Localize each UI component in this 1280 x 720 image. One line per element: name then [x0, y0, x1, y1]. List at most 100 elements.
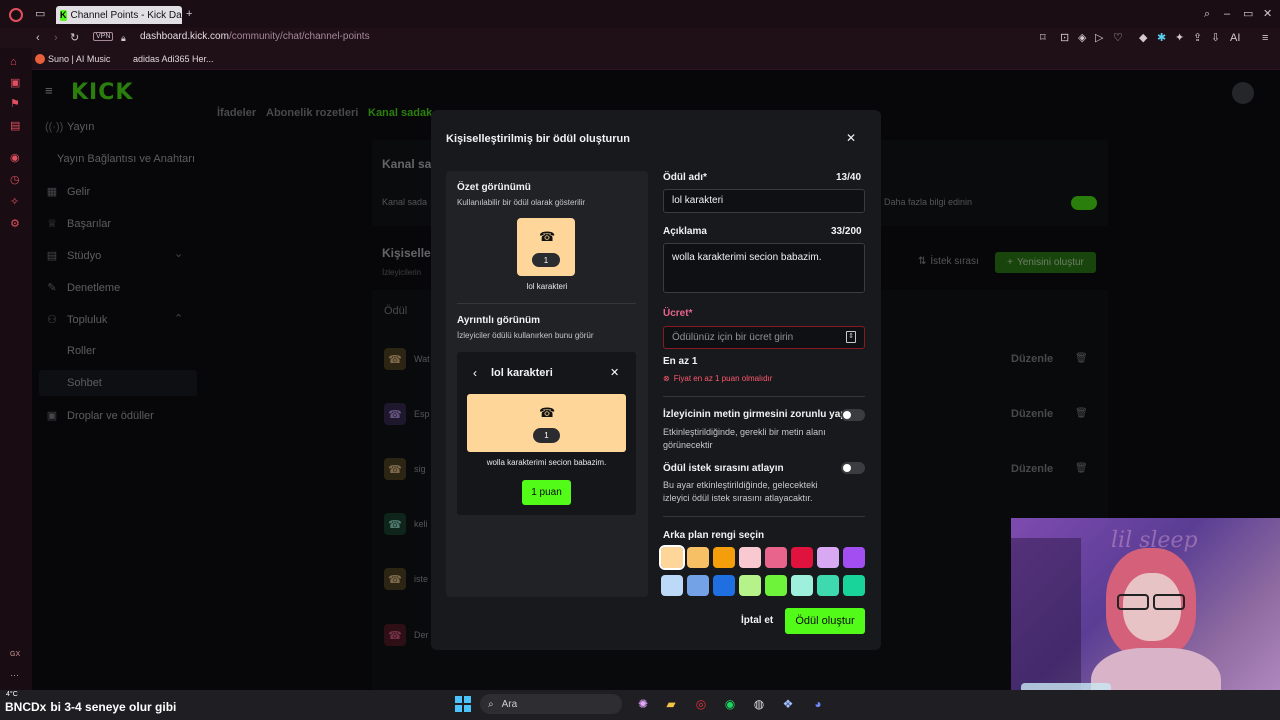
tab-channel-points[interactable]: K Channel Points - Kick Dash [56, 6, 182, 24]
heart-icon[interactable]: ♡ [1113, 32, 1123, 44]
cancel-button[interactable]: İptal et [741, 615, 773, 626]
cost-input[interactable]: Ödülünüz için bir ücret girin [663, 326, 865, 349]
description-label: Açıklama [663, 226, 707, 237]
bg-color-label: Arka plan rengi seçin [663, 530, 765, 541]
color-swatch[interactable] [739, 575, 761, 596]
stepper-icon[interactable]: ⇕ [846, 331, 856, 343]
detail-card-title: lol karakteri [491, 367, 553, 379]
copilot-icon[interactable]: ✺ [633, 694, 653, 714]
weather-widget[interactable]: 4°C [6, 691, 18, 698]
color-swatch[interactable] [765, 547, 787, 568]
color-swatch[interactable] [791, 547, 813, 568]
bookmark-suno[interactable]: Suno | AI Music [48, 54, 110, 64]
color-swatch[interactable] [687, 547, 709, 568]
reward-name-input[interactable]: lol karakteri [663, 189, 865, 213]
color-swatch[interactable] [843, 575, 865, 596]
search-tabs-icon[interactable]: ⌕ [1204, 8, 1210, 20]
lock-icon: 🔒︎ [121, 33, 126, 43]
vpn-badge[interactable]: VPN [93, 32, 114, 41]
color-swatch[interactable] [817, 575, 839, 596]
obs-icon[interactable]: ◍ [749, 694, 769, 714]
play-icon[interactable]: ▷ [1095, 32, 1103, 44]
url-host: dashboard.kick.com [140, 31, 229, 42]
detail-close-icon: ✕ [610, 367, 620, 379]
windows-start-icon[interactable] [453, 694, 473, 714]
summary-view-subtitle: Kullanılabilir bir ödül olarak gösterili… [457, 198, 586, 207]
phone-icon: ☎ [539, 229, 556, 244]
create-reward-button[interactable]: Ödül oluştur [785, 608, 865, 634]
minimize-icon[interactable]: – [1224, 8, 1230, 20]
color-swatch[interactable] [659, 545, 685, 570]
opera-gx-taskbar-icon[interactable]: ◎ [691, 694, 711, 714]
require-input-toggle[interactable] [841, 409, 865, 421]
maximize-icon[interactable]: ▭ [1243, 8, 1253, 20]
color-swatch[interactable] [687, 575, 709, 596]
back-icon[interactable]: ‹ [36, 32, 40, 44]
mail-icon[interactable]: ▤ [10, 120, 20, 132]
summary-view-title: Özet görünümü [457, 182, 531, 193]
color-swatch[interactable] [791, 575, 813, 596]
settings-icon[interactable]: ⚙ [10, 218, 20, 230]
color-swatch[interactable] [843, 547, 865, 568]
webcam-glasses-left [1117, 594, 1149, 610]
spotify-icon[interactable]: ◉ [720, 694, 740, 714]
download-icon[interactable]: ⇩ [1211, 32, 1220, 44]
suno-favicon-icon [35, 54, 45, 64]
extensions-side-icon[interactable]: ✧ [10, 196, 19, 208]
discord-icon[interactable]: ◕ [808, 694, 828, 714]
home-icon[interactable]: ⌂ [10, 56, 17, 68]
file-explorer-icon[interactable]: ▰ [661, 694, 681, 714]
extensions-icon[interactable]: ✦ [1175, 32, 1184, 44]
search-placeholder: Ara [501, 698, 518, 710]
close-window-icon[interactable]: ✕ [1263, 8, 1272, 20]
caption-brand: BNCDx [5, 700, 47, 714]
workspace-icon[interactable]: ▣ [10, 77, 20, 89]
address-bar-row: ‹ › ↻ VPN 🔒︎ dashboard.kick.com/communit… [0, 28, 1280, 48]
color-swatch[interactable] [713, 547, 735, 568]
error-icon: ⊗ [663, 374, 670, 383]
url-field[interactable]: dashboard.kick.com/community/chat/channe… [140, 31, 370, 42]
stream-caption: BNCDx bi 3-4 seneye olur gibi [5, 700, 176, 714]
network-app-icon[interactable]: ❖ [778, 694, 798, 714]
taskbar-search[interactable]: ⌕ Ara [480, 694, 622, 714]
color-swatch[interactable] [817, 547, 839, 568]
history-icon[interactable]: ◷ [10, 174, 20, 186]
reward-name-label: Ödül adı* [663, 172, 707, 183]
shield-icon[interactable]: ◈ [1078, 32, 1086, 44]
cost-error: ⊗ Fiyat en az 1 puan olmalıdır [663, 374, 772, 383]
opera-logo-icon[interactable] [9, 8, 23, 22]
color-swatch[interactable] [739, 547, 761, 568]
detail-cost-pill: 1 [533, 428, 560, 443]
skip-queue-desc: Bu ayar etkinleştirildiğinde, gelecektek… [663, 480, 818, 503]
color-swatch[interactable] [661, 575, 683, 596]
share-icon[interactable]: ⇪ [1193, 32, 1202, 44]
skip-queue-toggle[interactable] [841, 462, 865, 474]
error-text: Fiyat en az 1 puan olmalıdır [673, 374, 773, 383]
new-tab-button[interactable]: + [186, 8, 192, 20]
detail-reward-card [467, 394, 626, 452]
bookmark-adidas[interactable]: adidas Adi365 Her... [133, 54, 214, 64]
ai-label: AI [1230, 32, 1241, 44]
description-textarea[interactable]: wolla karakterimi secion babazim. [663, 243, 865, 293]
form-divider [663, 396, 865, 397]
player-icon[interactable]: ◉ [10, 152, 20, 164]
require-input-label: İzleyicinin metin girmesini zorunlu yap [663, 409, 847, 420]
extension-diamond-icon[interactable]: ◆ [1139, 32, 1147, 44]
menu-icon[interactable]: ≡ [1262, 32, 1268, 44]
bookmark-icon[interactable]: ⚑ [10, 98, 20, 110]
close-icon[interactable]: ✕ [846, 131, 856, 145]
pin-icon[interactable]: ⌑ [1040, 32, 1046, 44]
detail-view-title: Ayrıntılı görünüm [457, 315, 540, 326]
color-swatch[interactable] [765, 575, 787, 596]
color-swatch[interactable] [713, 575, 735, 596]
extension-translate-icon[interactable]: ✱ [1157, 32, 1166, 44]
reload-icon[interactable]: ↻ [70, 32, 79, 44]
more-dots-icon[interactable]: ··· [10, 670, 19, 680]
gx-label: GX [10, 651, 21, 658]
snapshot-icon[interactable]: ⊡ [1060, 32, 1069, 44]
caption-text: bi 3-4 seneye olur gibi [50, 700, 177, 714]
redeem-preview-button: 1 puan [522, 480, 571, 505]
forward-icon[interactable]: › [54, 32, 58, 44]
aria-ai-button[interactable]: AI [1230, 32, 1240, 44]
tab-switcher-icon[interactable]: ▭ [35, 8, 45, 20]
